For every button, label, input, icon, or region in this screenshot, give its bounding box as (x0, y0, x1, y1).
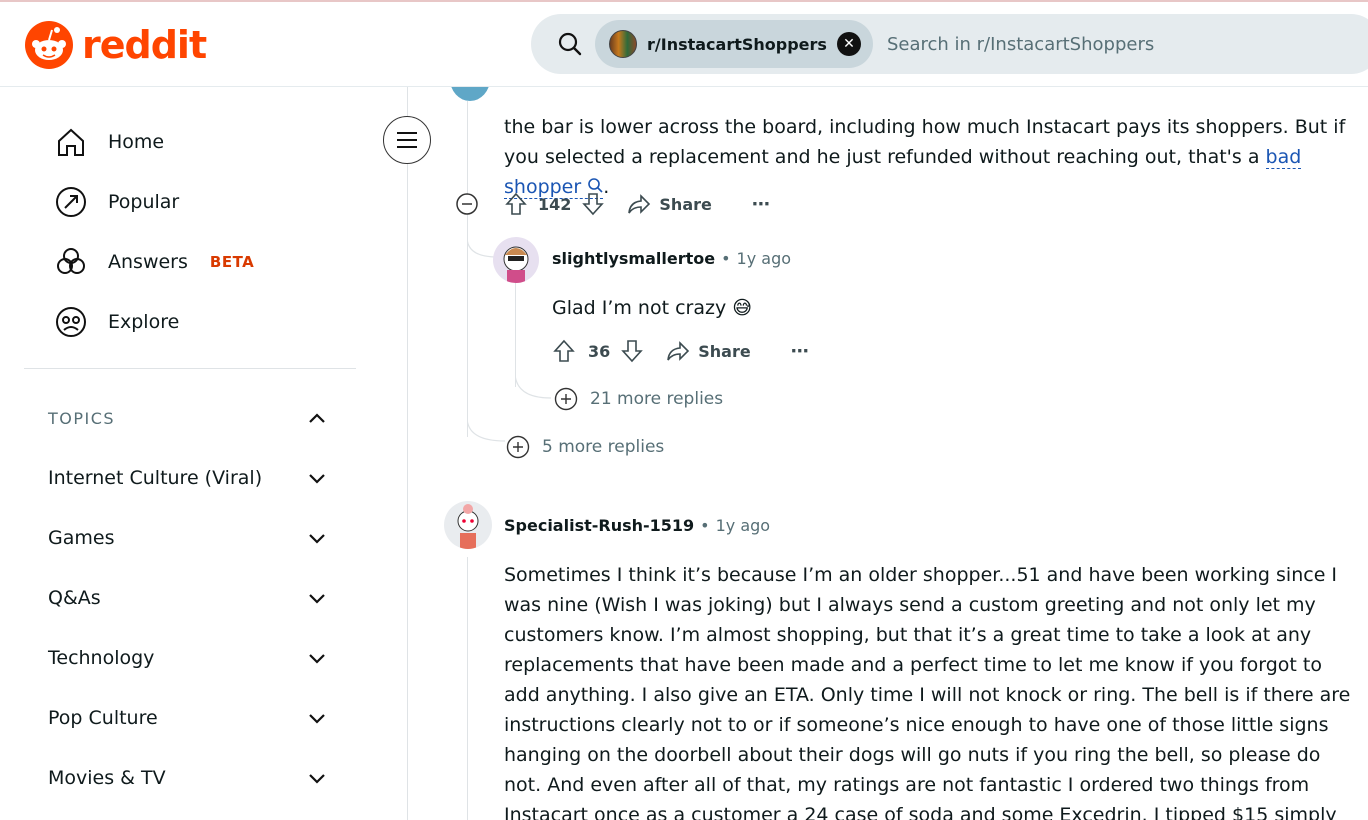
nav-popular-label: Popular (108, 191, 180, 213)
search-placeholder[interactable]: Search in r/InstacartShoppers (887, 34, 1154, 55)
chevron-down-icon[interactable] (306, 647, 328, 669)
vote-count: 142 (538, 194, 572, 214)
downvote-icon[interactable] (620, 338, 644, 364)
explore-icon (52, 303, 90, 341)
share-button[interactable]: Share (666, 340, 751, 362)
user-avatar[interactable] (493, 237, 539, 283)
topic-technology[interactable]: Technology (48, 647, 154, 669)
chevron-down-icon[interactable] (306, 527, 328, 549)
topic-pop-culture[interactable]: Pop Culture (48, 707, 158, 729)
popular-icon (52, 183, 90, 221)
share-button[interactable]: Share (627, 193, 712, 215)
comment-body: the bar is lower across the board, inclu… (504, 112, 1359, 202)
search-bar[interactable]: r/InstacartShoppers ✕ Search in r/Instac… (531, 14, 1368, 74)
more-options-icon[interactable]: ⋯ (752, 194, 770, 215)
thread-line (515, 272, 516, 387)
community-chip[interactable]: r/InstacartShoppers ✕ (595, 20, 873, 68)
reddit-wordmark: reddit (82, 23, 207, 67)
thread-line (467, 101, 468, 437)
more-replies-label: 21 more replies (590, 389, 724, 409)
comment-body: Sometimes I think it’s because I’m an ol… (504, 564, 1351, 820)
chevron-down-icon[interactable] (306, 587, 328, 609)
expand-plus-icon (506, 435, 530, 459)
comment-actions: 36 Share ⋯ (552, 338, 809, 364)
home-icon (52, 123, 90, 161)
share-label: Share (698, 341, 751, 361)
comment-thread: the bar is lower across the board, inclu… (408, 87, 1368, 820)
user-avatar[interactable] (444, 501, 492, 549)
clear-community-icon[interactable]: ✕ (836, 32, 861, 56)
more-replies-button[interactable]: 21 more replies (554, 387, 723, 411)
upvote-icon[interactable] (504, 191, 528, 217)
nav-home-label: Home (108, 131, 165, 153)
chevron-down-icon[interactable] (306, 767, 328, 789)
topic-games[interactable]: Games (48, 527, 114, 549)
nav-answers[interactable]: Answers BETA (52, 243, 254, 281)
chevron-down-icon[interactable] (306, 707, 328, 729)
chevron-down-icon[interactable] (306, 467, 328, 489)
comment-time[interactable]: 1y ago (716, 516, 770, 535)
avatar-image (457, 504, 479, 549)
reply-connector (515, 372, 552, 399)
share-icon (667, 341, 690, 361)
topic-qas[interactable]: Q&As (48, 587, 101, 609)
nav-home[interactable]: Home (52, 123, 164, 161)
comment-body-text: the bar is lower across the board, inclu… (504, 116, 1346, 168)
separator-dot: • (700, 516, 710, 535)
share-icon (628, 194, 651, 214)
more-options-icon[interactable]: ⋯ (791, 341, 809, 362)
nav-popular[interactable]: Popular (52, 183, 179, 221)
thread-line (467, 557, 468, 820)
topic-movies-tv[interactable]: Movies & TV (48, 767, 166, 789)
reddit-logo[interactable]: reddit (24, 20, 207, 70)
downvote-icon[interactable] (581, 191, 605, 217)
comment-author-row: Specialist-Rush-1519 • 1y ago (504, 516, 770, 535)
nav-explore-label: Explore (108, 311, 180, 333)
more-replies-button[interactable]: 5 more replies (506, 435, 664, 459)
collapse-comment-icon[interactable] (456, 193, 478, 215)
nav-answers-label: Answers (108, 251, 188, 273)
comment-author[interactable]: Specialist-Rush-1519 (504, 516, 694, 535)
nav-explore[interactable]: Explore (52, 303, 179, 341)
search-icon (558, 32, 582, 56)
upvote-icon[interactable] (552, 338, 576, 364)
beta-badge: BETA (209, 253, 255, 271)
community-avatar (609, 30, 637, 58)
separator-dot: • (721, 249, 731, 268)
more-replies-label: 5 more replies (542, 437, 665, 457)
vote-count: 36 (588, 341, 611, 361)
community-chip-label: r/InstacartShoppers (647, 34, 827, 54)
topics-heading[interactable]: TOPICS (48, 409, 115, 428)
expand-plus-icon (554, 387, 578, 411)
comment-author-row: slightlysmallertoe • 1y ago (552, 249, 791, 268)
top-header: reddit r/InstacartShoppers ✕ Search in r… (0, 2, 1368, 87)
sidebar-divider (24, 368, 356, 369)
avatar (450, 87, 490, 101)
comment-body: Glad I’m not crazy 😅 (552, 297, 753, 319)
avatar-image (503, 246, 529, 283)
left-sidebar: Home Popular Answers BETA Explore TOPICS… (0, 87, 408, 820)
share-label: Share (659, 194, 712, 214)
reddit-snoo-icon (25, 21, 73, 69)
comment-author[interactable]: slightlysmallertoe (552, 249, 715, 268)
comment-time[interactable]: 1y ago (737, 249, 791, 268)
reply-connector (467, 417, 506, 442)
topic-internet-culture[interactable]: Internet Culture (Viral) (48, 467, 262, 489)
answers-icon (52, 243, 90, 281)
comment-actions: 142 Share ⋯ (504, 191, 770, 217)
chevron-up-icon[interactable] (306, 407, 328, 429)
